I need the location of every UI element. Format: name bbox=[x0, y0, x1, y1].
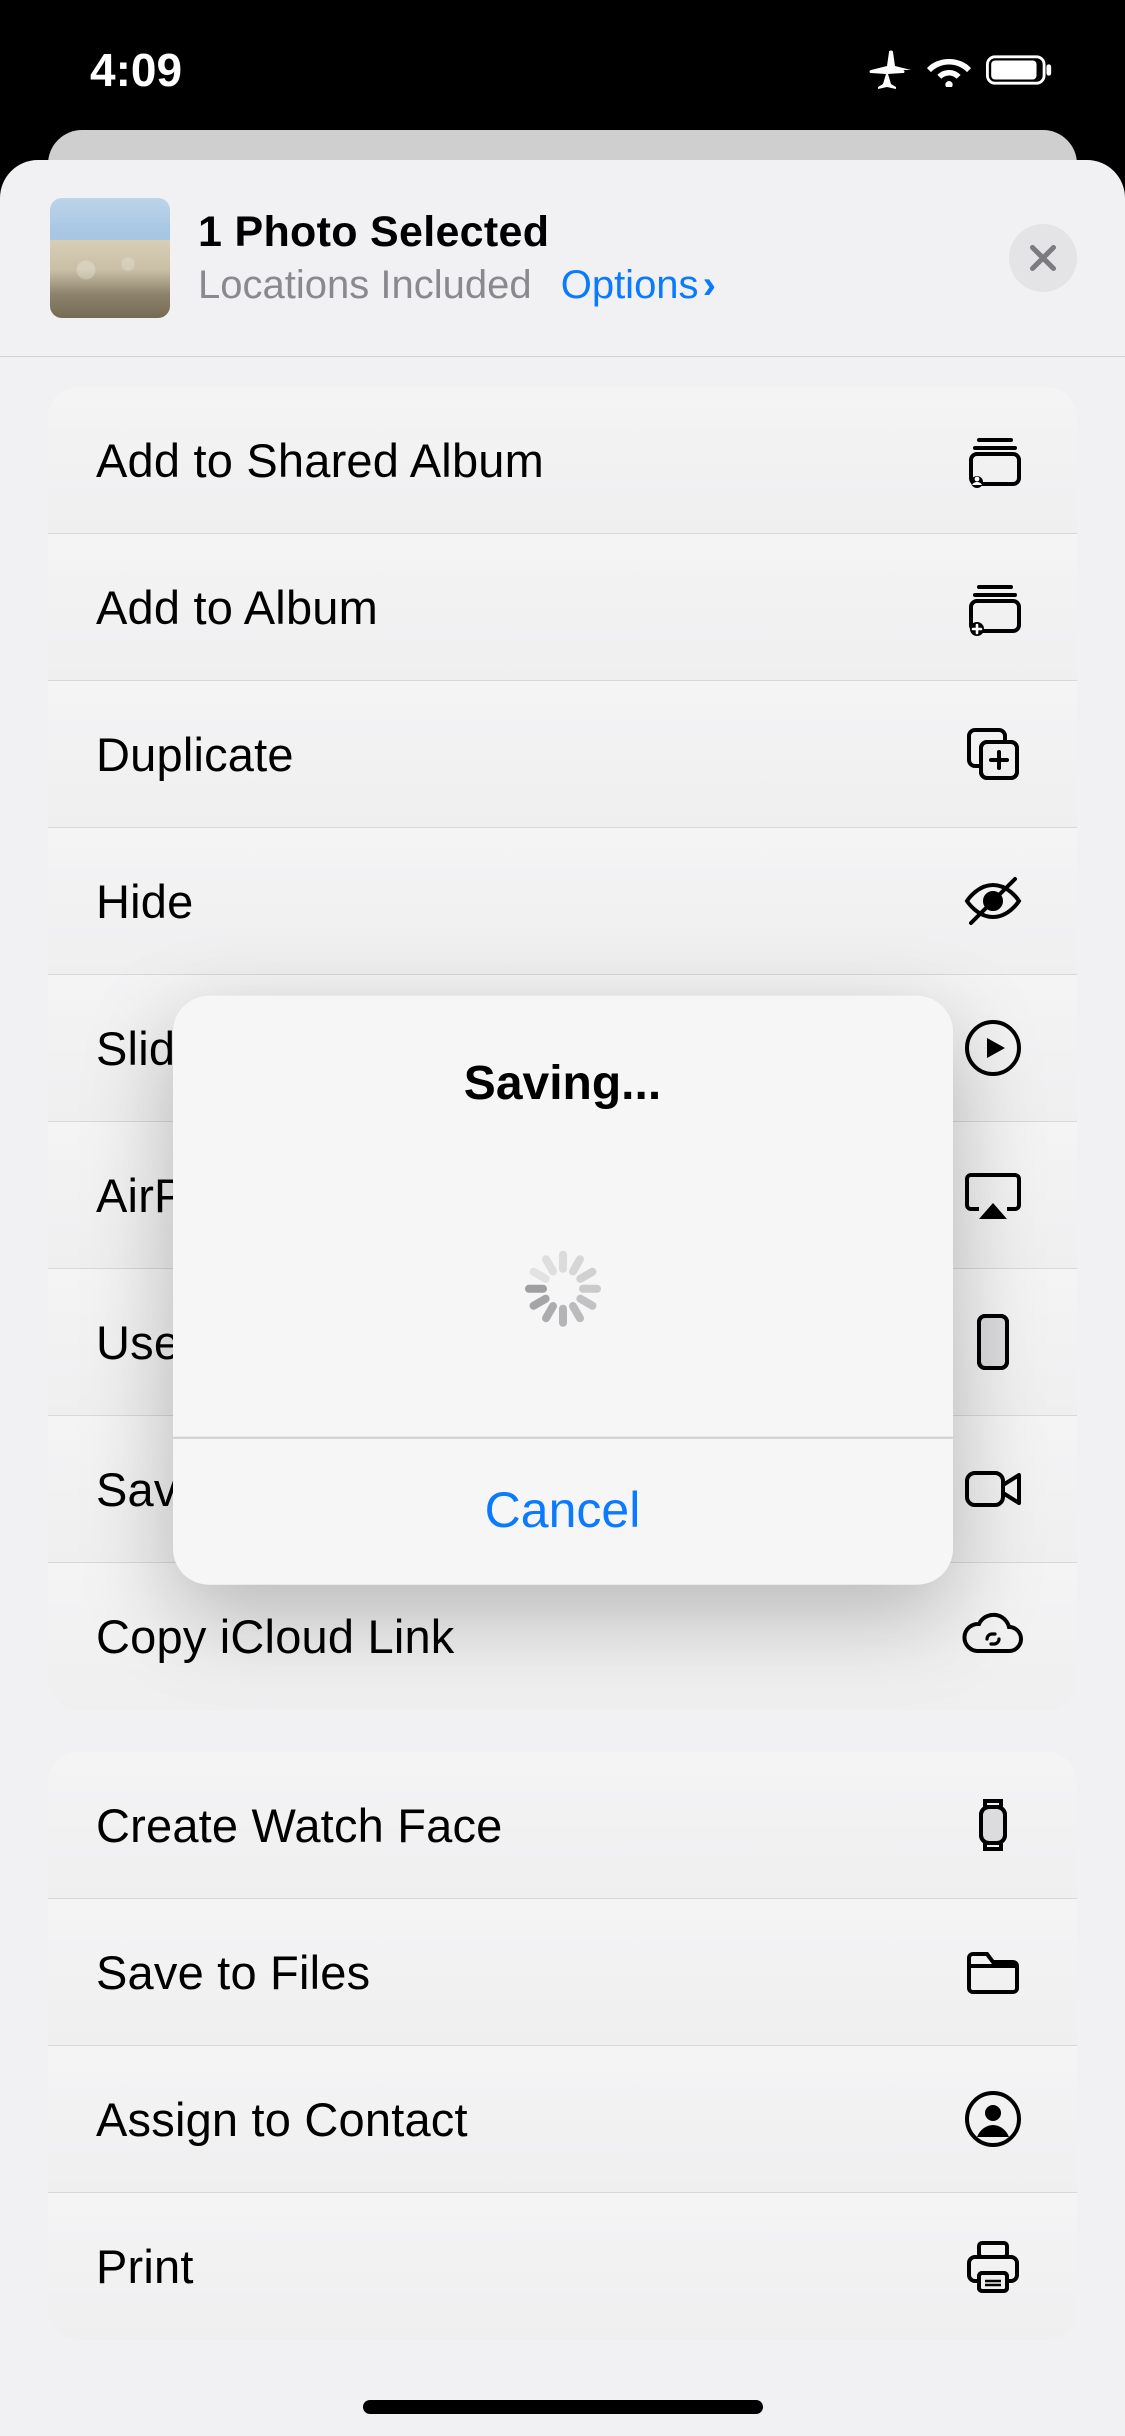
action-create-watch-face[interactable]: Create Watch Face bbox=[48, 1752, 1077, 1899]
dialog-title: Saving... bbox=[213, 1056, 913, 1111]
saving-dialog: Saving... Cancel bbox=[173, 996, 953, 1585]
airplane-mode-icon bbox=[867, 47, 913, 93]
status-bar: 4:09 bbox=[0, 0, 1125, 140]
action-label: Duplicate bbox=[96, 727, 294, 782]
airplay-icon bbox=[957, 1159, 1029, 1231]
home-indicator[interactable] bbox=[363, 2400, 763, 2414]
printer-icon bbox=[957, 2231, 1029, 2303]
action-label: Copy iCloud Link bbox=[96, 1609, 455, 1664]
locations-label: Locations Included bbox=[198, 263, 532, 307]
action-save-files[interactable]: Save to Files bbox=[48, 1899, 1077, 2046]
dialog-body: Saving... bbox=[173, 996, 953, 1437]
folder-icon bbox=[957, 1936, 1029, 2008]
close-button[interactable] bbox=[1009, 224, 1077, 292]
close-icon bbox=[1025, 240, 1061, 276]
header-text: 1 Photo Selected Locations Included Opti… bbox=[198, 208, 1009, 308]
status-time: 4:09 bbox=[90, 43, 182, 97]
action-label: Assign to Contact bbox=[96, 2092, 468, 2147]
action-label: Save to Files bbox=[96, 1945, 370, 2000]
action-label: Create Watch Face bbox=[96, 1798, 503, 1853]
action-label: Hide bbox=[96, 874, 193, 929]
spinner-icon bbox=[525, 1251, 601, 1327]
chevron-right-icon: › bbox=[703, 263, 716, 307]
action-label: Print bbox=[96, 2239, 194, 2294]
share-sheet-header: 1 Photo Selected Locations Included Opti… bbox=[0, 160, 1125, 357]
shared-album-icon bbox=[957, 424, 1029, 496]
photo-thumbnail[interactable] bbox=[50, 198, 170, 318]
hide-icon bbox=[957, 865, 1029, 937]
action-print[interactable]: Print bbox=[48, 2193, 1077, 2340]
wifi-icon bbox=[927, 53, 971, 87]
action-copy-icloud-link[interactable]: Copy iCloud Link bbox=[48, 1563, 1077, 1710]
action-hide[interactable]: Hide bbox=[48, 828, 1077, 975]
add-album-icon bbox=[957, 571, 1029, 643]
contact-circle-icon bbox=[957, 2083, 1029, 2155]
selection-title: 1 Photo Selected bbox=[198, 208, 1009, 257]
video-icon bbox=[957, 1453, 1029, 1525]
selection-subtitle: Locations Included Options› bbox=[198, 263, 1009, 308]
play-circle-icon bbox=[957, 1012, 1029, 1084]
cancel-button[interactable]: Cancel bbox=[173, 1438, 953, 1584]
watch-icon bbox=[957, 1789, 1029, 1861]
action-label: Add to Album bbox=[96, 580, 378, 635]
action-add-album[interactable]: Add to Album bbox=[48, 534, 1077, 681]
phone-icon bbox=[957, 1306, 1029, 1378]
cloud-link-icon bbox=[957, 1601, 1029, 1673]
options-button[interactable]: Options bbox=[561, 263, 699, 307]
battery-icon bbox=[985, 53, 1055, 87]
status-icons bbox=[867, 47, 1055, 93]
action-add-shared-album[interactable]: Add to Shared Album bbox=[48, 387, 1077, 534]
action-duplicate[interactable]: Duplicate bbox=[48, 681, 1077, 828]
duplicate-icon bbox=[957, 718, 1029, 790]
action-assign-contact[interactable]: Assign to Contact bbox=[48, 2046, 1077, 2193]
action-group-2: Create Watch Face Save to Files Assign t… bbox=[48, 1752, 1077, 2340]
action-label: Add to Shared Album bbox=[96, 433, 544, 488]
